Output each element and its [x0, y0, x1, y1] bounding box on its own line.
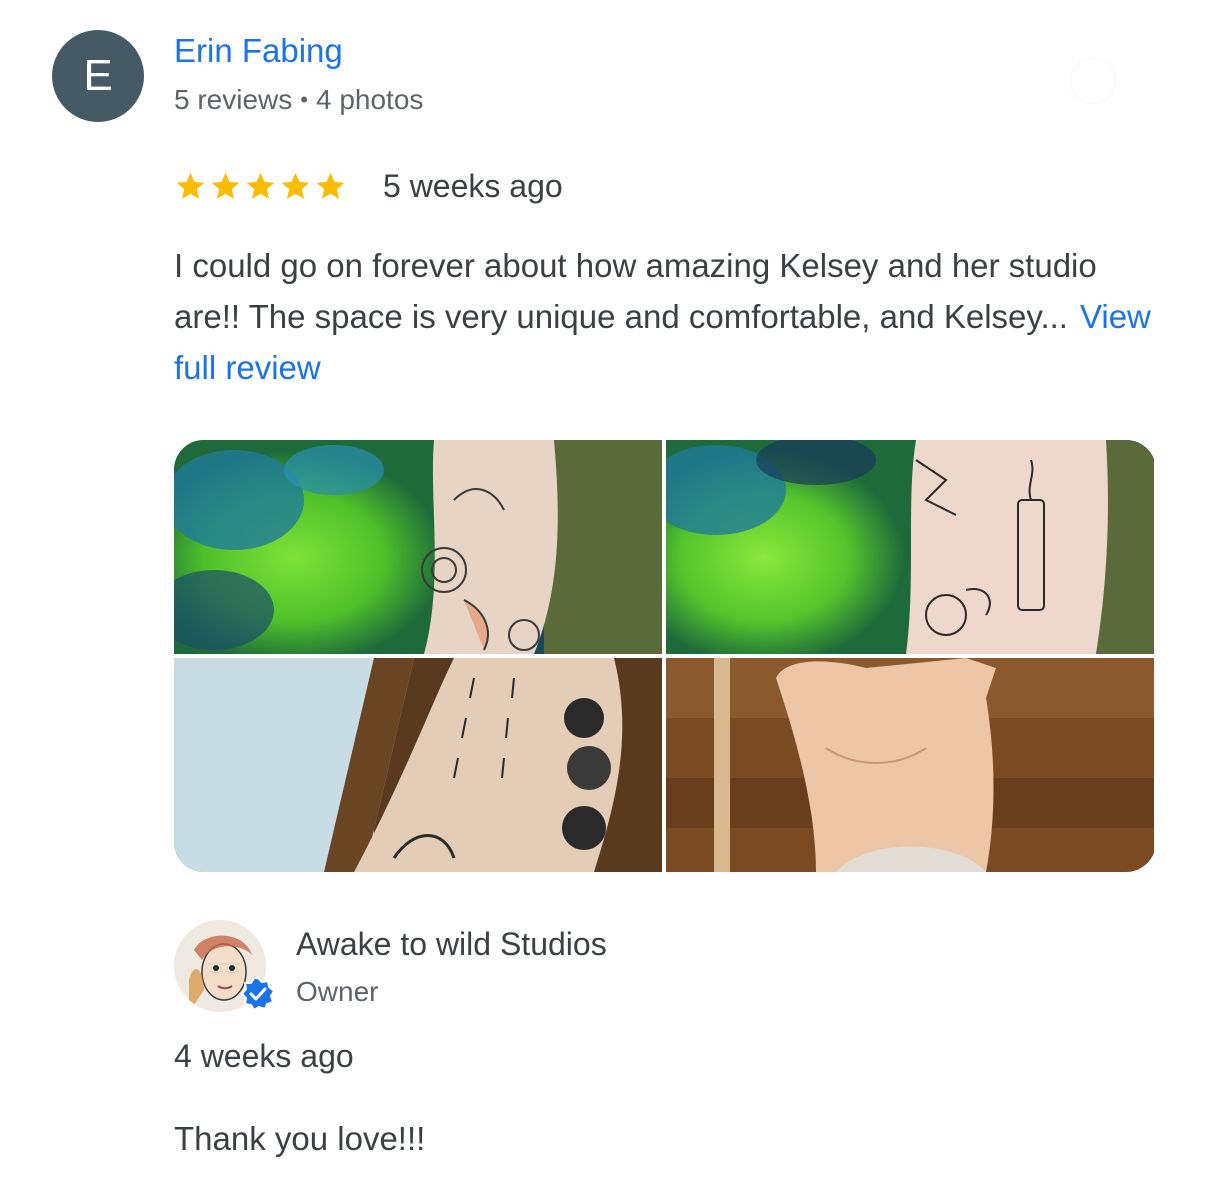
rating-row: 5 weeks ago	[174, 168, 563, 205]
reply-text: Thank you love!!!	[174, 1120, 426, 1157]
review-text: I could go on forever about how amazing …	[174, 240, 1154, 393]
meta-separator: •	[300, 87, 308, 112]
reviewer-name[interactable]: Erin Fabing	[174, 32, 343, 70]
star-icon	[281, 172, 310, 199]
review-photo-3[interactable]	[174, 658, 662, 872]
reviewer-meta: 5 reviews • 4 photos	[174, 84, 423, 116]
review-photo-1[interactable]	[174, 440, 662, 654]
tattoo-photo-3-icon	[174, 658, 662, 872]
tattoo-photo-2-icon	[666, 440, 1154, 654]
review-card: E Erin Fabing 5 reviews • 4 photos 5 wee…	[0, 0, 1205, 1194]
reviews-count: 5 reviews	[174, 84, 293, 115]
star-icon	[246, 172, 275, 199]
star-rating	[174, 170, 347, 203]
review-photo-4[interactable]	[666, 658, 1154, 872]
photo-grid	[174, 440, 1156, 872]
review-photo-2[interactable]	[666, 440, 1154, 654]
owner-name[interactable]: Awake to wild Studios	[296, 926, 607, 963]
star-icon	[211, 172, 240, 199]
reviewer-avatar[interactable]: E	[52, 30, 144, 122]
tattoo-photo-4-icon	[666, 658, 1154, 872]
owner-role: Owner	[296, 976, 379, 1007]
verified-badge-icon	[240, 976, 276, 1012]
reviewer-initial: E	[83, 51, 113, 100]
tattoo-photo-1-icon	[174, 440, 662, 654]
more-options-button[interactable]	[1070, 58, 1116, 104]
review-body: I could go on forever about how amazing …	[174, 247, 1097, 335]
reply-date: 4 weeks ago	[174, 1038, 354, 1074]
photos-count: 4 photos	[315, 84, 424, 115]
star-icon	[176, 172, 205, 199]
review-date: 5 weeks ago	[383, 168, 563, 204]
star-icon	[316, 172, 345, 199]
